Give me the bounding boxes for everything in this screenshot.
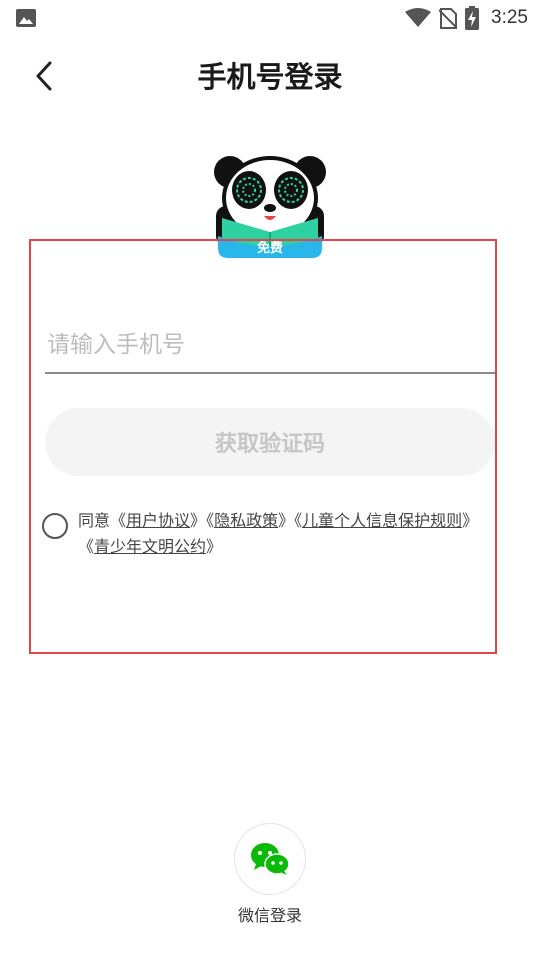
wechat-login-button[interactable]: [234, 823, 306, 895]
get-code-button[interactable]: 获取验证码: [45, 408, 495, 476]
agreement-radio[interactable]: [42, 513, 68, 539]
battery-charging-icon: [465, 6, 480, 30]
bracket-close: 》: [206, 537, 223, 556]
bracket-close: 》: [278, 511, 295, 530]
privacy-policy-link[interactable]: 隐私政策: [214, 511, 278, 530]
agreement-text: 同意《用户协议》《隐私政策》《儿童个人信息保护规则》《青少年文明公约》: [78, 508, 490, 560]
page-title: 手机号登录: [197, 60, 343, 94]
no-sim-icon: [439, 8, 458, 29]
bracket-open: 《: [78, 537, 95, 556]
agreement-prefix: 同意: [78, 511, 111, 530]
status-time: 3:25: [491, 7, 528, 28]
bracket-open: 《: [294, 511, 303, 530]
user-agreement-link[interactable]: 用户协议: [126, 511, 190, 530]
wifi-icon: [405, 8, 432, 27]
gallery-icon: [16, 9, 36, 27]
phone-input[interactable]: [45, 318, 495, 374]
wechat-login-label: 微信登录: [237, 906, 302, 925]
youth-convention-link[interactable]: 青少年文明公约: [94, 537, 206, 556]
wechat-icon: [251, 843, 290, 875]
status-bar: 3:25: [0, 0, 540, 36]
bracket-close: 》: [190, 511, 207, 530]
bracket-open: 《: [206, 511, 215, 530]
bracket-close: 》: [462, 511, 479, 530]
child-privacy-link[interactable]: 儿童个人信息保护规则: [302, 511, 462, 530]
bracket-open: 《: [110, 511, 127, 530]
